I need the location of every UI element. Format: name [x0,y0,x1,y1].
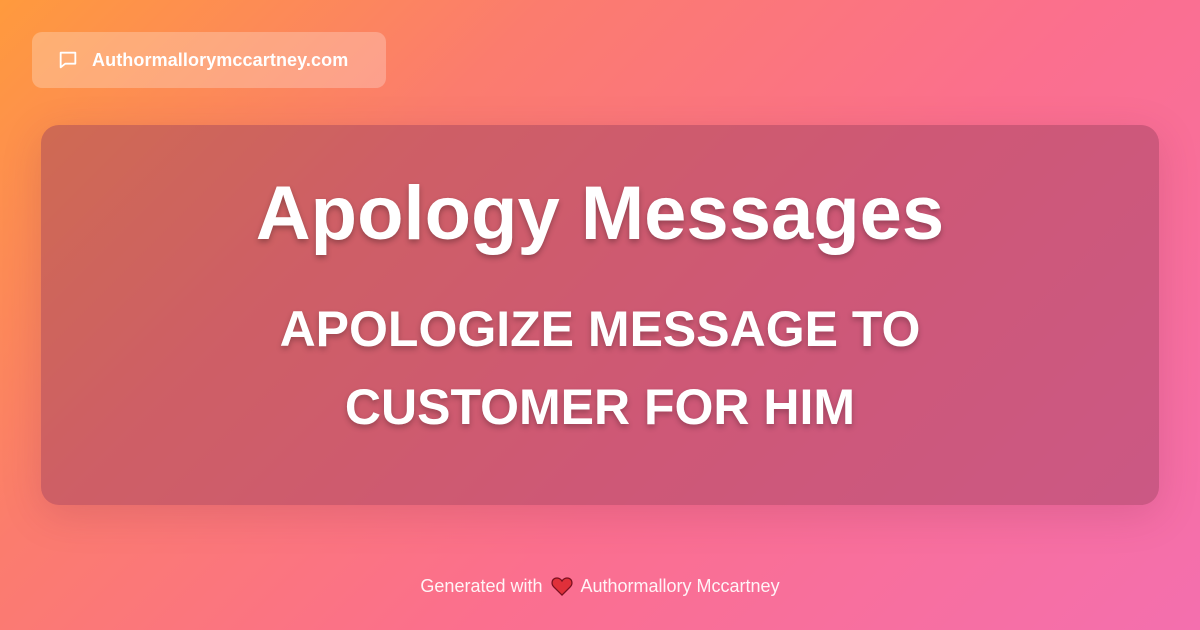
page-title: Apology Messages [255,171,945,256]
site-name: Authormallorymccartney.com [92,49,349,70]
footer-prefix: Generated with [420,575,543,596]
title-card: Apology Messages APOLOGIZE MESSAGE TO CU… [41,125,1159,505]
chat-bubble-icon [56,48,80,72]
footer-author: Authormallory Mccartney [580,575,780,596]
heart-icon [550,575,573,597]
page-subtitle: APOLOGIZE MESSAGE TO CUSTOMER FOR HIM [279,301,921,435]
site-badge[interactable]: Authormallorymccartney.com [32,32,386,88]
footer: Generated with Authormallory Mccartney [0,575,1200,597]
